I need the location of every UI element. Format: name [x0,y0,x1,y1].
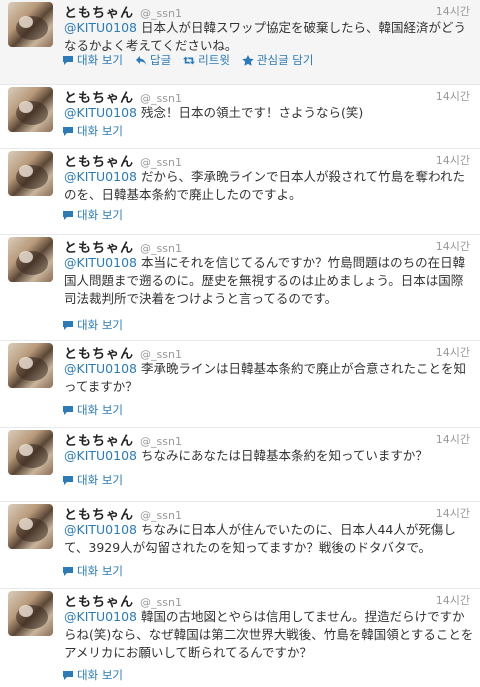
favorite-button[interactable]: 관심글 담기 [242,52,313,68]
timestamp[interactable]: 14시간 [436,505,470,521]
tweet-header: ともちゃん @_ssn1 14시간 [64,343,470,362]
reply-arrow-icon [135,55,146,65]
view-conversation-button[interactable]: 대화 보기 [62,52,123,68]
tweet-header: ともちゃん @_ssn1 14시간 [64,87,470,106]
avatar[interactable] [8,591,53,636]
avatar[interactable] [8,87,53,132]
star-icon [242,54,254,66]
tweet-feed: ともちゃん @_ssn1 14시간 @KITU0108 日本人が日韓スワップ協定を… [0,0,480,687]
tweet-text: @KITU0108 だから、李承晩ラインで日本人が殺されて竹島を奪われたのを、日… [64,169,465,202]
tweet-text: @KITU0108 李承晩ラインは日韓基本条約で廃止が合意されたことを知ってます… [64,361,466,394]
tweet[interactable]: ともちゃん @_ssn1 14시간 @KITU0108 残念！日本の領土です！さよ… [0,85,480,149]
speech-bubble-icon [63,475,73,485]
timestamp[interactable]: 14시간 [436,431,470,447]
tweet-actions: 대화 보기 [62,207,123,223]
avatar[interactable] [8,151,53,196]
mention-link[interactable]: @KITU0108 [64,169,137,184]
view-conversation-button[interactable]: 대화 보기 [62,472,123,488]
avatar[interactable] [8,343,53,388]
timestamp[interactable]: 14시간 [436,88,470,104]
tweet-header: ともちゃん @_ssn1 14시간 [64,504,470,523]
tweet-header: ともちゃん @_ssn1 14시간 [64,151,470,170]
tweet-text: @KITU0108 韓国の古地図とやらは信用してません。捏造だらけですからね(笑… [64,609,474,660]
timestamp[interactable]: 14시간 [436,3,470,19]
tweet-text: @KITU0108 日本人が日韓スワップ協定を破棄したら、韓国経済がどうなるかよ… [64,20,466,53]
tweet[interactable]: ともちゃん @_ssn1 14시간 @KITU0108 ちなみに日本人が住んでいた… [0,502,480,589]
retweet-button[interactable]: 리트윗 [183,52,230,68]
speech-bubble-icon [63,405,73,415]
speech-bubble-icon [63,210,73,220]
speech-bubble-icon [63,670,73,680]
view-conversation-button[interactable]: 대화 보기 [62,563,123,579]
reply-button[interactable]: 답글 [135,52,171,68]
view-conversation-button[interactable]: 대화 보기 [62,317,123,333]
mention-link[interactable]: @KITU0108 [64,609,137,624]
speech-bubble-icon [63,55,73,65]
view-conversation-button[interactable]: 대화 보기 [62,667,123,683]
tweet-actions: 대화 보기 [62,563,123,579]
tweet-actions: 대화 보기 [62,123,123,139]
timestamp[interactable]: 14시간 [436,152,470,168]
mention-link[interactable]: @KITU0108 [64,361,137,376]
tweet-text: @KITU0108 本当にそれを信じてるんですか？竹島問題はのちの在日韓国人問題… [64,255,466,306]
tweet-text: @KITU0108 ちなみに日本人が住んでいたのに、日本人44人が死傷して、39… [64,522,456,555]
speech-bubble-icon [63,566,73,576]
tweet-header: ともちゃん @_ssn1 14시간 [64,237,470,256]
avatar[interactable] [8,430,53,475]
tweet-text: @KITU0108 ちなみにあなたは日韓基本条約を知っていますか？ [64,448,428,463]
mention-link[interactable]: @KITU0108 [64,20,137,35]
timestamp[interactable]: 14시간 [436,238,470,254]
mention-link[interactable]: @KITU0108 [64,105,137,120]
avatar[interactable] [8,237,53,282]
tweet-header: ともちゃん @_ssn1 14시간 [64,591,470,610]
view-conversation-button[interactable]: 대화 보기 [62,402,123,418]
speech-bubble-icon [63,320,73,330]
tweet[interactable]: ともちゃん @_ssn1 14시간 @KITU0108 ちなみにあなたは日韓基本条… [0,428,480,502]
tweet[interactable]: ともちゃん @_ssn1 14시간 @KITU0108 だから、李承晩ラインで日本… [0,149,480,235]
timestamp[interactable]: 14시간 [436,592,470,608]
tweet-actions: 대화 보기 답글 리트윗 관심글 담기 [62,52,313,68]
tweet-header: ともちゃん @_ssn1 14시간 [64,2,470,21]
tweet[interactable]: ともちゃん @_ssn1 14시간 @KITU0108 李承晩ラインは日韓基本条約… [0,341,480,428]
tweet-text: @KITU0108 残念！日本の領土です！さようなら(笑) [64,105,364,120]
retweet-icon [183,56,196,64]
tweet-actions: 대화 보기 [62,667,123,683]
mention-link[interactable]: @KITU0108 [64,255,137,270]
tweet[interactable]: ともちゃん @_ssn1 14시간 @KITU0108 日本人が日韓スワップ協定を… [0,0,480,85]
tweet[interactable]: ともちゃん @_ssn1 14시간 @KITU0108 本当にそれを信じてるんです… [0,235,480,341]
mention-link[interactable]: @KITU0108 [64,448,137,463]
view-conversation-button[interactable]: 대화 보기 [62,207,123,223]
tweet-header: ともちゃん @_ssn1 14시간 [64,430,470,449]
avatar[interactable] [8,504,53,549]
tweet-actions: 대화 보기 [62,317,123,333]
speech-bubble-icon [63,126,73,136]
avatar[interactable] [8,2,53,47]
tweet-actions: 대화 보기 [62,402,123,418]
tweet-actions: 대화 보기 [62,472,123,488]
view-conversation-button[interactable]: 대화 보기 [62,123,123,139]
tweet[interactable]: ともちゃん @_ssn1 14시간 @KITU0108 韓国の古地図とやらは信用し… [0,589,480,687]
timestamp[interactable]: 14시간 [436,344,470,360]
mention-link[interactable]: @KITU0108 [64,522,137,537]
